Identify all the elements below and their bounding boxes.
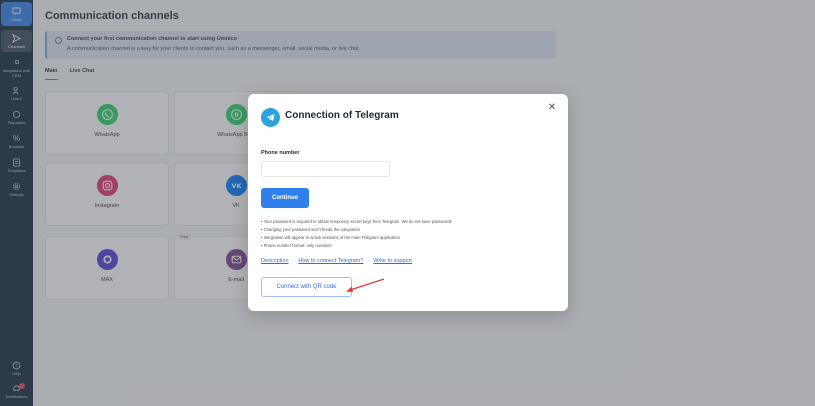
link-separator: · [292,258,295,264]
close-icon[interactable]: ✕ [546,102,558,114]
note-item: Integration will appear in active sessio… [261,234,452,242]
note-item: Your password is required to obtain temp… [261,218,452,226]
phone-label: Phone number [261,150,300,156]
notes-list: Your password is required to obtain temp… [261,218,452,250]
modal-title: Connection of Telegram [285,110,399,121]
help-links: Description · How to connect Telegram? ·… [261,258,412,264]
write-to-support-link[interactable]: Write to support [373,258,412,264]
how-to-connect-link[interactable]: How to connect Telegram? [298,258,363,264]
continue-button[interactable]: Continue [261,188,309,208]
description-link[interactable]: Description [261,258,289,264]
note-item: Phone number format: only numbers [261,242,452,250]
connect-qr-code-button[interactable]: Connect with QR code [261,277,352,297]
link-separator: · [367,258,370,264]
telegram-icon [261,108,280,127]
annotation-arrow-icon [346,278,385,292]
phone-input[interactable] [261,161,390,177]
telegram-connection-modal: ✕ Connection of Telegram Phone number Co… [248,94,568,311]
note-item: Changing your password won't break the i… [261,226,452,234]
